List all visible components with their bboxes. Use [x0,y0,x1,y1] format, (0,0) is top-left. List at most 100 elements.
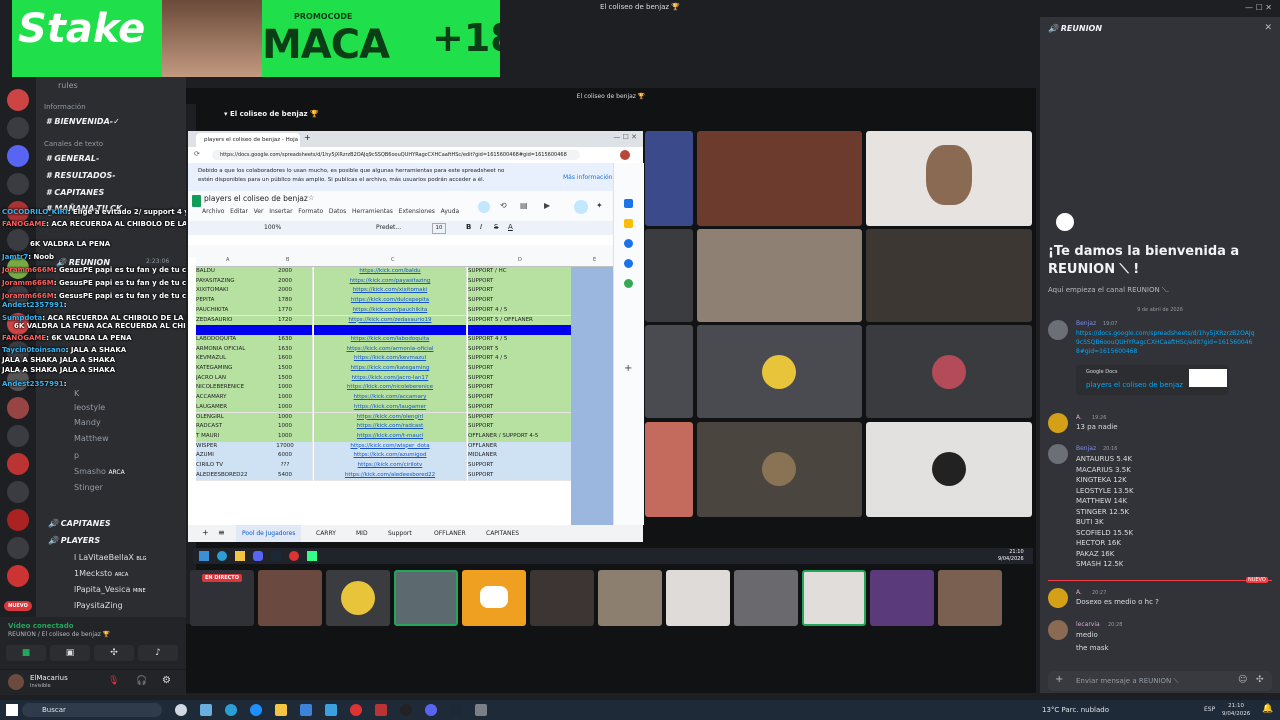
channel-rules[interactable]: rules [58,81,78,90]
member-paysita[interactable]: lPaysitaZing [74,601,123,610]
explorer-icon[interactable] [275,704,287,716]
video-call-icon[interactable]: ▶ [544,201,550,210]
avatar[interactable] [1048,444,1068,464]
menu-datos[interactable]: Datos [329,208,346,215]
video-tile[interactable] [697,131,862,226]
server-icon[interactable] [7,117,29,139]
embed-title[interactable]: players el coliseo de benjaz [1086,381,1183,389]
edge-icon[interactable] [225,704,237,716]
store-icon[interactable] [300,704,312,716]
weather[interactable]: 13°C Parc. nublado [1042,706,1109,714]
member-mecksto[interactable]: 1Mecksto ARCA [74,569,128,578]
server-icon[interactable] [7,425,29,447]
link-embed[interactable]: Google Docs players el coliseo de benjaz [1076,365,1229,395]
reload-icon[interactable]: ⟳ [194,150,200,158]
col-c[interactable]: C [391,257,395,263]
browser-tab[interactable]: players el coliseo de benjaz - Hoja [196,133,300,147]
server-icon[interactable] [7,481,29,503]
video-tile[interactable] [645,422,693,517]
zoom-select[interactable]: 100% [264,224,281,231]
stream-thumbnail[interactable]: EN DIRECTO [190,570,254,626]
video-tile[interactable] [866,325,1032,418]
video-tile[interactable] [645,131,693,226]
col-d[interactable]: D [518,257,522,263]
chrome-icon[interactable] [289,551,299,561]
menu-insertar[interactable]: Insertar [269,208,292,215]
apps-icon[interactable]: ✣ [1256,675,1264,685]
activities-button[interactable]: ✣ [94,645,134,661]
server-icon[interactable] [7,145,29,167]
headset-icon[interactable]: 🎧 [136,676,147,686]
comment-icon[interactable]: ▤ [520,201,528,210]
steam-icon[interactable] [271,551,281,561]
contacts-icon[interactable] [624,259,633,268]
menu-herramientas[interactable]: Herramientas [352,208,393,215]
member-stinger[interactable]: Stinger [74,483,103,492]
server-icon[interactable] [7,565,29,587]
add-attachment-icon[interactable]: + [1055,674,1063,685]
avatar[interactable] [1048,588,1068,608]
discord-thumbnail[interactable] [462,570,526,626]
video-thumbnail[interactable] [258,570,322,626]
sheet-tab-carry[interactable]: CARRY [316,530,336,537]
gemini-icon[interactable]: ✦ [596,201,603,210]
server-icon[interactable] [7,537,29,559]
video-thumbnail[interactable] [598,570,662,626]
menu-extensiones[interactable]: Extensiones [399,208,435,215]
taskbar-search[interactable]: Buscar [22,703,162,717]
menu-formato[interactable]: Formato [298,208,323,215]
message-author[interactable]: A. [1076,414,1082,421]
col-e[interactable]: E [593,257,596,263]
table-cell[interactable]: https://kick.com/aledeesbored22 [314,470,467,482]
voice-channel[interactable]: REUNION / El coliseo de benjaz 🏆 [8,631,110,638]
text-color-button[interactable]: A [508,223,513,231]
steam-icon[interactable] [450,704,462,716]
member-mandy[interactable]: Mandy [74,418,101,427]
member-papita[interactable]: lPapita_Vesica MINE [74,585,146,594]
table-cell[interactable]: ALEDEESBORED22 [196,470,259,482]
all-sheets-button[interactable]: ≡ [218,528,225,537]
more-info-link[interactable]: Más información [563,173,612,182]
windows-start-icon[interactable] [6,704,18,716]
sheet-tab-pool[interactable]: Pool de Jugadores [236,525,302,542]
category-text[interactable]: Canales de texto [44,140,103,148]
discord-icon[interactable] [425,704,437,716]
video-thumbnail[interactable] [870,570,934,626]
sheet-tab-offlaner[interactable]: OFFLANER [434,530,466,537]
channel-resultados[interactable]: # RESULTADOS- [46,171,116,180]
soundboard-button[interactable]: ♪ [138,645,178,661]
browser-window-controls[interactable]: — ☐ ✕ [613,133,637,141]
explorer-icon[interactable] [235,551,245,561]
message-link[interactable]: https://docs.google.com/spreadsheets/d/1… [1076,329,1256,356]
video-tile[interactable] [645,325,693,418]
table-cell[interactable]: 5400 [258,470,313,482]
share-button[interactable] [574,200,588,214]
app-icon[interactable] [475,704,487,716]
mic-muted-icon[interactable]: 🎙 [108,676,119,686]
sheet-tab-support[interactable]: Support [388,530,412,537]
voice-channel-players[interactable]: 🔊 PLAYERS [48,536,100,545]
channel-bienvenida[interactable]: # BIENVENIDA-✓ [46,117,120,126]
menu-ver[interactable]: Ver [254,208,264,215]
member-lavita[interactable]: l LaVitaeBellaX BLG [74,553,146,562]
widgets-icon[interactable] [200,704,212,716]
category-info[interactable]: Información [44,103,86,111]
voice-channel-capitanes[interactable]: 🔊 CAPITANES [48,519,111,528]
app-icon[interactable] [375,704,387,716]
col-b[interactable]: B [286,257,289,263]
sheets-logo-icon[interactable] [192,195,201,207]
tasks-icon[interactable] [624,239,633,248]
server-icon[interactable] [7,173,29,195]
message-author[interactable]: Benjaz [1076,445,1096,452]
screen-share-button[interactable]: ▣ [50,645,90,661]
server-icon[interactable] [7,453,29,475]
server-icon[interactable] [7,89,29,111]
video-tile[interactable] [866,229,1032,322]
maps-icon[interactable] [624,279,633,288]
add-sheet-button[interactable]: + [202,528,209,537]
obs-icon[interactable] [400,704,412,716]
strikethrough-button[interactable]: S [494,223,498,231]
channel-general[interactable]: # GENERAL- [46,154,99,163]
video-thumbnail[interactable] [326,570,390,626]
edge-icon[interactable] [217,551,227,561]
